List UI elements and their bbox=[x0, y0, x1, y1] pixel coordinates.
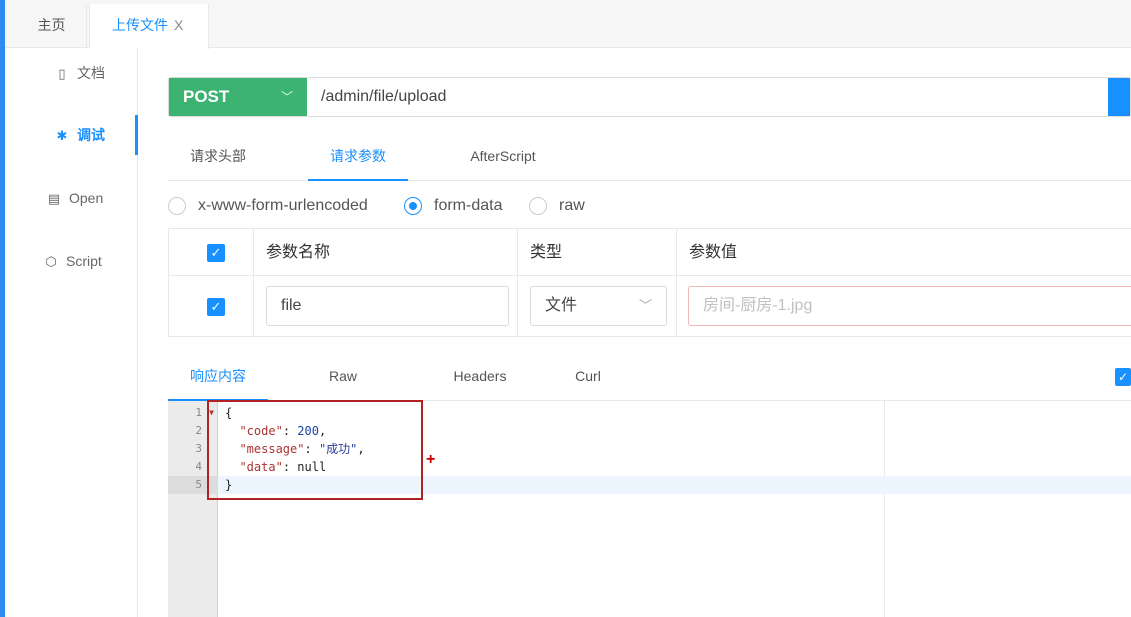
header-cell: 参数名称 bbox=[253, 229, 517, 275]
table-header-row: ✓ 参数名称 类型 参数值 bbox=[169, 229, 1131, 276]
radio-form-data[interactable]: form-data bbox=[404, 193, 524, 219]
header-param-value: 参数值 bbox=[689, 244, 738, 261]
tab-request-params[interactable]: 请求参数 bbox=[308, 136, 408, 181]
file-icon: ▤ bbox=[47, 191, 61, 206]
row-cell: 文件 ﹀ bbox=[517, 276, 676, 337]
document-icon: ▯ bbox=[58, 66, 66, 81]
sidebar-item-label: Open bbox=[69, 190, 104, 206]
tab-after-script[interactable]: AfterScript bbox=[453, 136, 553, 181]
sidebar-item-open[interactable]: ▤ Open bbox=[5, 178, 138, 218]
tab-home[interactable]: 主页 bbox=[17, 4, 87, 49]
request-line: POST ﹀ /admin/file/upload bbox=[168, 77, 1131, 117]
row-cell: file bbox=[253, 276, 517, 337]
highlight-annotation-box bbox=[207, 400, 423, 500]
tab-response-headers[interactable]: Headers bbox=[430, 354, 530, 401]
table-row: ✓ file 文件 ﹀ 房间-厨房-1.jpg bbox=[169, 276, 1131, 337]
tab-upload-label: 上传文件 bbox=[112, 17, 168, 33]
sidebar-item-debug[interactable]: ✱ 调试 bbox=[5, 115, 138, 155]
radio-circle bbox=[168, 197, 186, 215]
row-cell: 房间-厨房-1.jpg bbox=[676, 276, 1131, 337]
header-type: 类型 bbox=[530, 244, 563, 261]
radio-circle-selected bbox=[404, 197, 422, 215]
tab-response-raw[interactable]: Raw bbox=[298, 354, 388, 401]
radio-label: raw bbox=[559, 197, 585, 214]
params-table: ✓ 参数名称 类型 参数值 ✓ file 文件 ﹀ 房间-厨房-1.jpg bbox=[168, 228, 1131, 337]
close-icon[interactable]: X bbox=[174, 17, 183, 33]
send-button[interactable] bbox=[1108, 78, 1130, 116]
debug-panel: POST ﹀ /admin/file/upload 请求头部 请求参数 Afte… bbox=[168, 48, 1131, 617]
chevron-down-icon: ﹀ bbox=[638, 298, 652, 313]
header-param-name: 参数名称 bbox=[266, 244, 331, 261]
chevron-down-icon: ﹀ bbox=[280, 90, 293, 104]
response-checkbox[interactable]: ✓ bbox=[1115, 368, 1131, 386]
radio-label: x-www-form-urlencoded bbox=[198, 197, 368, 214]
url-input[interactable]: /admin/file/upload bbox=[321, 78, 446, 116]
tab-strip: 主页 上传文件 X bbox=[5, 0, 1131, 49]
plus-cursor-icon: + bbox=[426, 451, 436, 468]
sidebar-item-label: 文档 bbox=[77, 65, 105, 81]
sidebar-item-script[interactable]: ⬡ Script bbox=[5, 241, 138, 281]
sidebar-item-docs[interactable]: ▯ 文档 bbox=[5, 53, 138, 93]
sidebar-item-label: 调试 bbox=[77, 127, 105, 143]
radio-urlencoded[interactable]: x-www-form-urlencoded bbox=[168, 193, 398, 219]
tab-upload-file[interactable]: 上传文件 X bbox=[89, 4, 209, 49]
param-type-select[interactable]: 文件 ﹀ bbox=[530, 286, 667, 326]
bug-icon: ✱ bbox=[56, 128, 68, 143]
row-checkbox[interactable]: ✓ bbox=[207, 298, 225, 316]
tab-request-headers[interactable]: 请求头部 bbox=[168, 136, 268, 181]
response-tabs: 响应内容 Raw Headers Curl ✓ bbox=[168, 354, 1131, 401]
header-cell: 类型 bbox=[517, 229, 676, 275]
sidebar: ▯ 文档 ✱ 调试 ▤ Open ⬡ Script bbox=[5, 48, 138, 617]
param-type-value: 文件 bbox=[545, 297, 578, 314]
tab-response-content[interactable]: 响应内容 bbox=[168, 354, 268, 401]
param-name-input[interactable]: file bbox=[266, 286, 509, 326]
header-cell: 参数值 bbox=[676, 229, 1131, 275]
radio-label: form-data bbox=[434, 197, 503, 214]
method-select[interactable]: POST ﹀ bbox=[169, 78, 307, 116]
select-all-checkbox[interactable]: ✓ bbox=[207, 244, 225, 262]
radio-circle bbox=[529, 197, 547, 215]
method-value: POST bbox=[183, 87, 230, 106]
tab-response-curl[interactable]: Curl bbox=[553, 354, 623, 401]
tab-home-label: 主页 bbox=[37, 17, 66, 33]
radio-raw[interactable]: raw bbox=[529, 193, 599, 219]
request-tabs: 请求头部 请求参数 AfterScript bbox=[168, 136, 1131, 181]
code-icon: ⬡ bbox=[45, 254, 57, 269]
sidebar-item-label: Script bbox=[66, 253, 102, 269]
param-value-file-input[interactable]: 房间-厨房-1.jpg bbox=[688, 286, 1131, 326]
